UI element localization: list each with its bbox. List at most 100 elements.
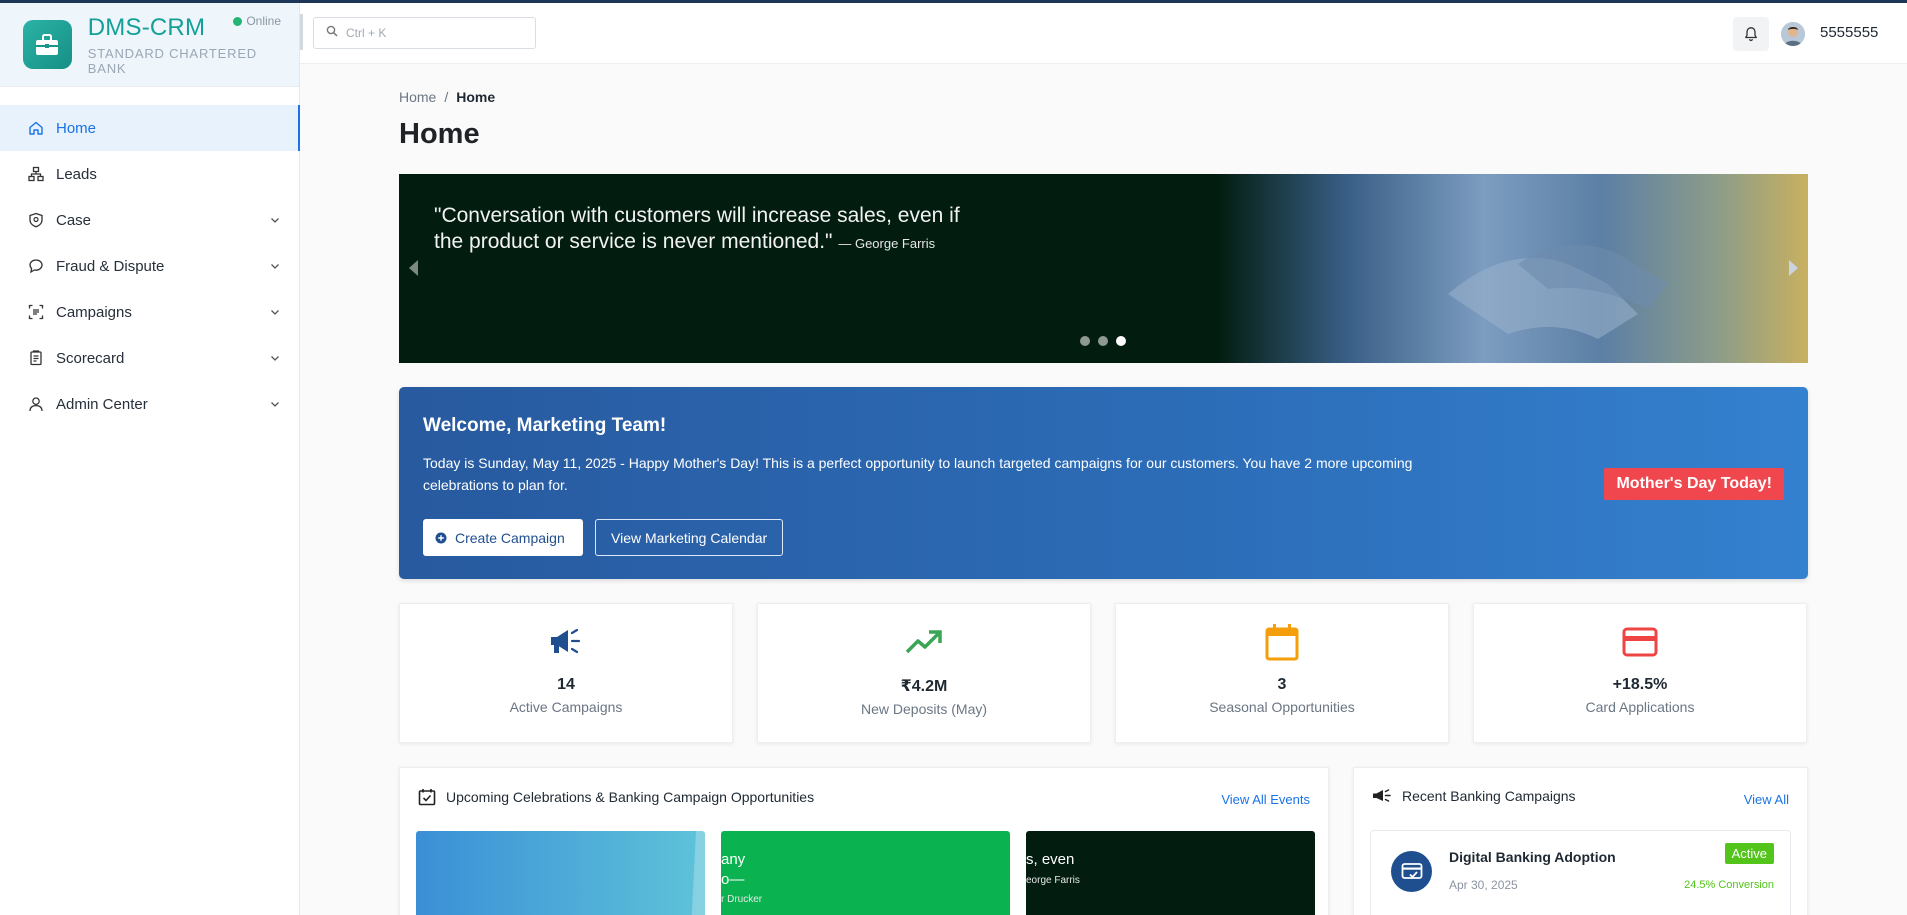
sidebar: DMS-CRM STANDARD CHARTERED BANK Online H… (0, 3, 300, 915)
megaphone-icon (548, 624, 584, 660)
stat-card-active-campaigns: 14 Active Campaigns (399, 603, 733, 743)
breadcrumb-current: Home (456, 89, 496, 105)
event-thumbnails: any o— r Drucker s, even eorge Farris (416, 831, 1315, 915)
chevron-down-icon[interactable] (269, 306, 281, 318)
search-box[interactable] (313, 17, 536, 49)
event-thumbnail[interactable]: any o— r Drucker (721, 831, 1010, 915)
online-status-label: Online (246, 14, 281, 28)
lower-panels: Upcoming Celebrations & Banking Campaign… (399, 767, 1808, 915)
username[interactable]: 5555555 (1820, 24, 1878, 41)
top-accent-line (0, 0, 1907, 3)
thumb-small-text: eorge Farris (1026, 875, 1080, 886)
campaign-card[interactable]: Digital Banking Adoption Apr 30, 2025 Ac… (1370, 830, 1791, 915)
create-campaign-label: Create Campaign (455, 529, 565, 546)
chat-icon (28, 258, 44, 274)
status-dot-icon (233, 16, 243, 26)
clipboard-icon (28, 350, 44, 366)
shield-icon (28, 212, 44, 228)
view-all-campaigns-link[interactable]: View All (1744, 792, 1789, 807)
view-all-events-link[interactable]: View All Events (1221, 792, 1310, 807)
welcome-title: Welcome, Marketing Team! (423, 415, 667, 436)
sidebar-item-campaigns[interactable]: Campaigns (0, 289, 299, 335)
credit-card-icon (1622, 624, 1658, 660)
campaign-title: Digital Banking Adoption (1449, 849, 1616, 865)
carousel-dot-2[interactable] (1098, 336, 1108, 346)
sidebar-item-home[interactable]: Home (0, 105, 300, 151)
event-thumbnail[interactable]: s, even eorge Farris (1026, 831, 1315, 915)
recent-campaigns-panel: Recent Banking Campaigns View All Digita… (1353, 767, 1808, 915)
calendar-icon (1265, 624, 1299, 661)
plus-circle-icon (435, 532, 447, 543)
quote-author: — George Farris (838, 236, 936, 251)
top-header: 5555555 (300, 3, 1907, 64)
stat-card-new-deposits: ₹4.2M New Deposits (May) (757, 603, 1091, 743)
calendar-check-icon (418, 789, 436, 806)
sidebar-item-scorecard[interactable]: Scorecard (0, 335, 299, 381)
thumb-text: any (721, 851, 746, 868)
trending-up-icon (905, 624, 943, 660)
event-thumbnail[interactable] (416, 831, 705, 915)
carousel-prev-icon[interactable] (409, 260, 418, 276)
notification-button[interactable] (1733, 17, 1769, 51)
sidebar-item-fraud-dispute[interactable]: Fraud & Dispute (0, 243, 299, 289)
chevron-down-icon[interactable] (269, 352, 281, 364)
create-campaign-button[interactable]: Create Campaign (423, 519, 583, 556)
carousel-dot-3[interactable] (1116, 336, 1126, 346)
breadcrumb: Home / Home (399, 89, 1808, 105)
banner-quote: "Conversation with customers will increa… (434, 203, 994, 257)
thumb-small-text: r Drucker (721, 894, 763, 905)
stat-label: Seasonal Opportunities (1209, 699, 1355, 715)
main-content: Home / Home Home "Conversation with cust… (399, 64, 1808, 915)
stat-card-seasonal-opportunities: 3 Seasonal Opportunities (1115, 603, 1449, 743)
stat-value: +18.5% (1612, 676, 1668, 693)
chevron-down-icon[interactable] (269, 214, 281, 226)
stat-label: New Deposits (May) (860, 701, 988, 717)
mothers-day-badge: Mother's Day Today! (1604, 468, 1784, 500)
chevron-down-icon[interactable] (269, 260, 281, 272)
carousel-dot-1[interactable] (1080, 336, 1090, 346)
view-marketing-calendar-button[interactable]: View Marketing Calendar (595, 519, 784, 556)
hierarchy-icon (28, 166, 44, 182)
panel-title: Upcoming Celebrations & Banking Campaign… (446, 789, 815, 805)
stats-row: 14 Active Campaigns ₹4.2M New Deposits (… (399, 603, 1808, 743)
stat-value: 14 (557, 676, 575, 693)
online-status: Online (233, 14, 281, 28)
sidebar-item-leads[interactable]: Leads (0, 151, 299, 197)
carousel-dots (1080, 336, 1126, 346)
campaign-icon (28, 304, 44, 320)
sidebar-item-label: Case (56, 211, 92, 229)
breadcrumb-separator: / (444, 89, 449, 105)
stat-card-card-applications: +18.5% Card Applications (1473, 603, 1807, 743)
stat-value: 3 (1277, 676, 1287, 693)
sidebar-resize-handle[interactable] (300, 14, 303, 50)
carousel-next-icon[interactable] (1789, 260, 1798, 276)
sidebar-item-label: Leads (56, 165, 97, 183)
sidebar-item-label: Home (56, 119, 97, 137)
page-title: Home (399, 118, 480, 150)
sidebar-item-label: Scorecard (56, 349, 125, 367)
panel-header: Upcoming Celebrations & Banking Campaign… (418, 788, 814, 806)
card-check-icon (1391, 851, 1432, 892)
stat-label: Active Campaigns (509, 699, 623, 715)
quote-carousel: "Conversation with customers will increa… (399, 174, 1808, 363)
sidebar-item-case[interactable]: Case (0, 197, 299, 243)
thumb-text: s, even (1026, 851, 1075, 868)
search-input[interactable] (346, 26, 526, 40)
home-icon (28, 120, 44, 136)
avatar[interactable] (1781, 22, 1805, 46)
thumb-text: o— (721, 871, 745, 888)
app-subtitle: STANDARD CHARTERED BANK (87, 45, 257, 76)
brand-header: DMS-CRM STANDARD CHARTERED BANK Online (0, 3, 299, 87)
sidebar-item-label: Admin Center (56, 395, 148, 413)
stat-label: Card Applications (1585, 699, 1695, 715)
user-icon (28, 396, 44, 412)
sidebar-item-admin-center[interactable]: Admin Center (0, 381, 299, 427)
breadcrumb-home-link[interactable]: Home (399, 89, 436, 105)
panel-header: Recent Banking Campaigns (1372, 788, 1576, 804)
chevron-down-icon[interactable] (269, 398, 281, 410)
sidebar-item-label: Campaigns (56, 303, 132, 321)
panel-title: Recent Banking Campaigns (1402, 788, 1576, 804)
welcome-card: Welcome, Marketing Team! Today is Sunday… (399, 387, 1808, 579)
campaign-conversion: 24.5% Conversion (1684, 879, 1774, 891)
upcoming-celebrations-panel: Upcoming Celebrations & Banking Campaign… (399, 767, 1329, 915)
